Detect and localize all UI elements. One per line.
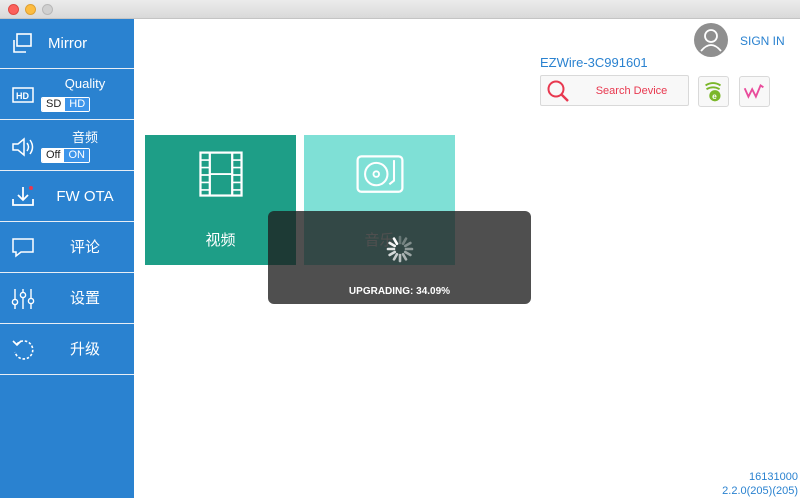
svg-text:HD: HD	[16, 91, 29, 101]
sidebar-item-audio: 音频 Off ON	[0, 121, 134, 171]
sidebar-item-label: FW OTA	[56, 188, 114, 205]
airview-button[interactable]	[739, 76, 770, 107]
speaker-icon	[12, 137, 34, 157]
sidebar-item-label: 升级	[69, 341, 100, 358]
sliders-icon	[11, 289, 35, 309]
turntable-icon	[356, 155, 404, 193]
avatar[interactable]	[694, 23, 728, 57]
sidebar-item-label: 评论	[69, 239, 100, 256]
quality-hd-option[interactable]: HD	[65, 98, 90, 111]
build-number: 16131000	[749, 471, 798, 483]
sign-in-link[interactable]: SIGN IN	[740, 34, 785, 48]
close-window-button[interactable]	[8, 4, 19, 15]
sidebar-item-fw-ota[interactable]: FW OTA	[0, 172, 134, 222]
upgrade-progress-overlay: UPGRADING: 34.09%	[268, 211, 531, 304]
sidebar-item-quality: HD Quality SD HD	[0, 70, 134, 120]
w-logo-icon	[743, 84, 764, 99]
sidebar-item-settings[interactable]: 设置	[0, 274, 134, 324]
version-number: 2.2.0(205)(205)	[722, 485, 798, 497]
download-icon	[12, 186, 34, 206]
quality-title: Quality	[64, 76, 106, 91]
sidebar-item-mirror[interactable]: Mirror	[0, 19, 134, 69]
audio-on-option[interactable]: ON	[64, 149, 89, 162]
device-name: EZWire-3C991601	[540, 55, 648, 70]
mirror-icon	[13, 33, 32, 53]
audio-off-option[interactable]: Off	[42, 149, 65, 162]
film-icon	[199, 151, 243, 197]
audio-title: 音频	[71, 130, 98, 145]
sidebar-item-comment[interactable]: 评论	[0, 223, 134, 273]
sidebar-item-label: 设置	[69, 290, 100, 307]
user-icon	[700, 29, 722, 52]
quality-sd-option[interactable]: SD	[42, 98, 66, 111]
search-device-label: Search Device	[595, 85, 668, 97]
sidebar-item-label: Mirror	[48, 35, 88, 52]
version-info: 16131000 2.2.0(205)(205)	[722, 470, 798, 498]
minimize-window-button[interactable]	[25, 4, 36, 15]
comment-icon	[12, 238, 34, 258]
upgrade-progress-text: UPGRADING: 34.09%	[348, 286, 451, 297]
zoom-window-button[interactable]	[42, 4, 53, 15]
sidebar-item-upgrade[interactable]: 升级	[0, 325, 134, 375]
loading-spinner-icon	[386, 235, 414, 263]
search-icon	[547, 80, 569, 102]
refresh-icon	[12, 340, 34, 360]
svg-text:e: e	[712, 91, 717, 101]
window-titlebar	[0, 0, 800, 19]
search-device-button[interactable]: Search Device	[540, 75, 689, 106]
ezcast-button[interactable]: e	[698, 76, 729, 107]
ezcast-icon: e	[705, 82, 722, 102]
quality-toggle: SD HD	[41, 97, 91, 112]
sidebar: Mirror HD Quality SD HD 音频 Off ON FW OTA…	[0, 19, 134, 498]
audio-toggle: Off ON	[41, 148, 90, 163]
hd-icon: HD	[12, 87, 34, 103]
